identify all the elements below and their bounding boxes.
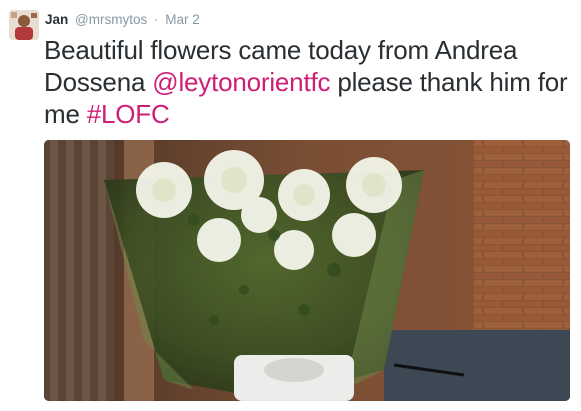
author-fullname[interactable]: Jan [45,12,68,27]
flowers-photo-icon [44,140,570,401]
author-avatar[interactable] [9,10,39,40]
tweet-header: Jan @mrsmytos · Mar 2 [45,12,200,28]
hashtag-link[interactable]: #LOFC [87,99,170,129]
author-username[interactable]: @mrsmytos [75,12,147,27]
mention-link[interactable]: @leytonorientfc [152,67,330,97]
tweet-photo[interactable] [44,140,570,401]
header-separator: · [154,12,159,27]
tweet: Jan @mrsmytos · Mar 2 Beautiful flowers … [0,0,581,411]
tweet-timestamp[interactable]: Mar 2 [165,12,200,27]
tweet-text: Beautiful flowers came today from Andrea… [44,34,574,130]
avatar-image-icon [9,10,39,40]
